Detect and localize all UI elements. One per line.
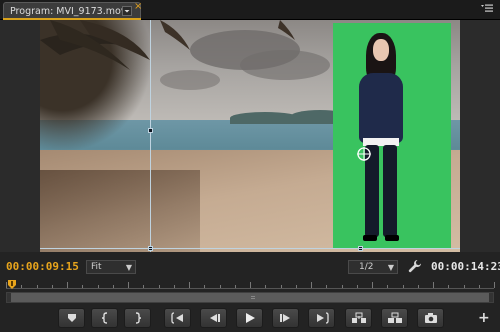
person-shoe [363, 235, 377, 241]
palm-leaves-shape [40, 20, 295, 70]
close-icon[interactable]: × [134, 1, 142, 12]
scrollbar-left-handle[interactable] [7, 293, 11, 302]
chevron-down-icon[interactable] [120, 5, 134, 17]
ruler-tick [448, 285, 449, 288]
playback-resolution-select[interactable]: 1/2 ▼ [348, 260, 398, 274]
ruler-tick [98, 285, 99, 288]
ruler-tick [128, 282, 129, 288]
lift-icon [351, 312, 366, 323]
person-top [359, 73, 403, 143]
export-frame-button[interactable] [417, 308, 444, 328]
ruler-tick [189, 282, 190, 288]
mark-in-icon [101, 312, 107, 324]
ruler-tick [494, 282, 495, 288]
scrollbar-right-handle[interactable] [489, 293, 493, 302]
mark-out-icon [135, 312, 141, 324]
step-back-button[interactable] [200, 308, 227, 328]
green-screen-clip[interactable] [333, 23, 451, 249]
go-to-in-icon [170, 312, 183, 324]
wrench-icon[interactable] [408, 259, 422, 273]
ruler-tick [326, 285, 327, 288]
button-editor-add-icon[interactable]: + [478, 310, 490, 326]
person-shoe [385, 235, 399, 241]
duration-timecode: 00:00:14:23 [431, 260, 500, 273]
ruler-tick [479, 285, 480, 288]
person-leg [383, 145, 397, 237]
ruler-tick [403, 285, 404, 288]
ruler-tick [37, 285, 38, 288]
chevron-down-icon: ▼ [125, 263, 132, 272]
ruler-tick [357, 285, 358, 288]
transform-guide-vertical [150, 20, 151, 252]
ruler-tick [67, 282, 68, 288]
video-frame [40, 20, 460, 252]
monitor-controls-row: 00:00:09:15 Fit ▼ 1/2 ▼ 00:00:14:23 [0, 256, 500, 278]
ruler-tick [220, 285, 221, 288]
ruler-tick [113, 285, 114, 288]
transport-controls: + [0, 306, 500, 332]
ruler-tick [372, 282, 373, 288]
panel-menu-icon[interactable] [480, 3, 494, 15]
current-timecode[interactable]: 00:00:09:15 [6, 260, 79, 273]
zoom-level-select[interactable]: Fit ▼ [86, 260, 136, 274]
play-icon [245, 313, 255, 323]
step-back-icon [209, 314, 220, 322]
ruler-tick [311, 282, 312, 288]
ruler-tick [21, 285, 22, 288]
ruler-tick [464, 285, 465, 288]
camera-icon [424, 313, 437, 323]
ruler-tick [418, 285, 419, 288]
person-face [373, 39, 389, 61]
go-to-in-button[interactable] [164, 308, 191, 328]
resolution-value: 1/2 [359, 262, 374, 272]
ruler-tick [143, 285, 144, 288]
zoom-level-value: Fit [91, 262, 102, 272]
timeline-zoom-scrollbar[interactable] [6, 292, 494, 303]
program-monitor-panel: Program: MVI_9173.mov × 00:00:09:15 Fit … [0, 0, 500, 332]
mark-in-button[interactable] [91, 308, 118, 328]
go-to-out-icon [316, 312, 329, 324]
go-to-out-button[interactable] [308, 308, 335, 328]
ruler-tick [82, 285, 83, 288]
playhead-icon[interactable] [7, 280, 17, 290]
marker-icon [67, 314, 76, 322]
tab-label: Program: MVI_9173.mov [10, 6, 127, 17]
extract-button[interactable] [381, 308, 408, 328]
time-ruler[interactable] [6, 279, 495, 289]
panel-tab-bar: Program: MVI_9173.mov × [0, 0, 500, 20]
ruler-tick [174, 285, 175, 288]
ruler-tick [281, 285, 282, 288]
lift-button[interactable] [345, 308, 372, 328]
add-marker-button[interactable] [58, 308, 85, 328]
ruler-tick [433, 282, 434, 288]
extract-icon [387, 312, 402, 323]
step-forward-button[interactable] [272, 308, 299, 328]
ruler-tick [296, 285, 297, 288]
transform-handle[interactable] [148, 128, 153, 133]
mark-out-button[interactable] [124, 308, 151, 328]
play-button[interactable] [236, 308, 263, 328]
anchor-point-icon[interactable] [356, 146, 372, 162]
ruler-tick [342, 285, 343, 288]
ruler-tick [250, 282, 251, 288]
ruler-tick [159, 285, 160, 288]
ruler-tick [387, 285, 388, 288]
step-forward-icon [279, 314, 290, 322]
ruler-tick [235, 285, 236, 288]
chevron-down-icon: ▼ [387, 263, 394, 272]
sand-shadow [40, 170, 200, 252]
ruler-tick [265, 285, 266, 288]
scrollbar-grip [251, 296, 255, 299]
ruler-tick [52, 285, 53, 288]
ruler-tick [204, 285, 205, 288]
transform-guide-horizontal [40, 248, 460, 249]
program-monitor-viewport[interactable] [0, 20, 500, 252]
